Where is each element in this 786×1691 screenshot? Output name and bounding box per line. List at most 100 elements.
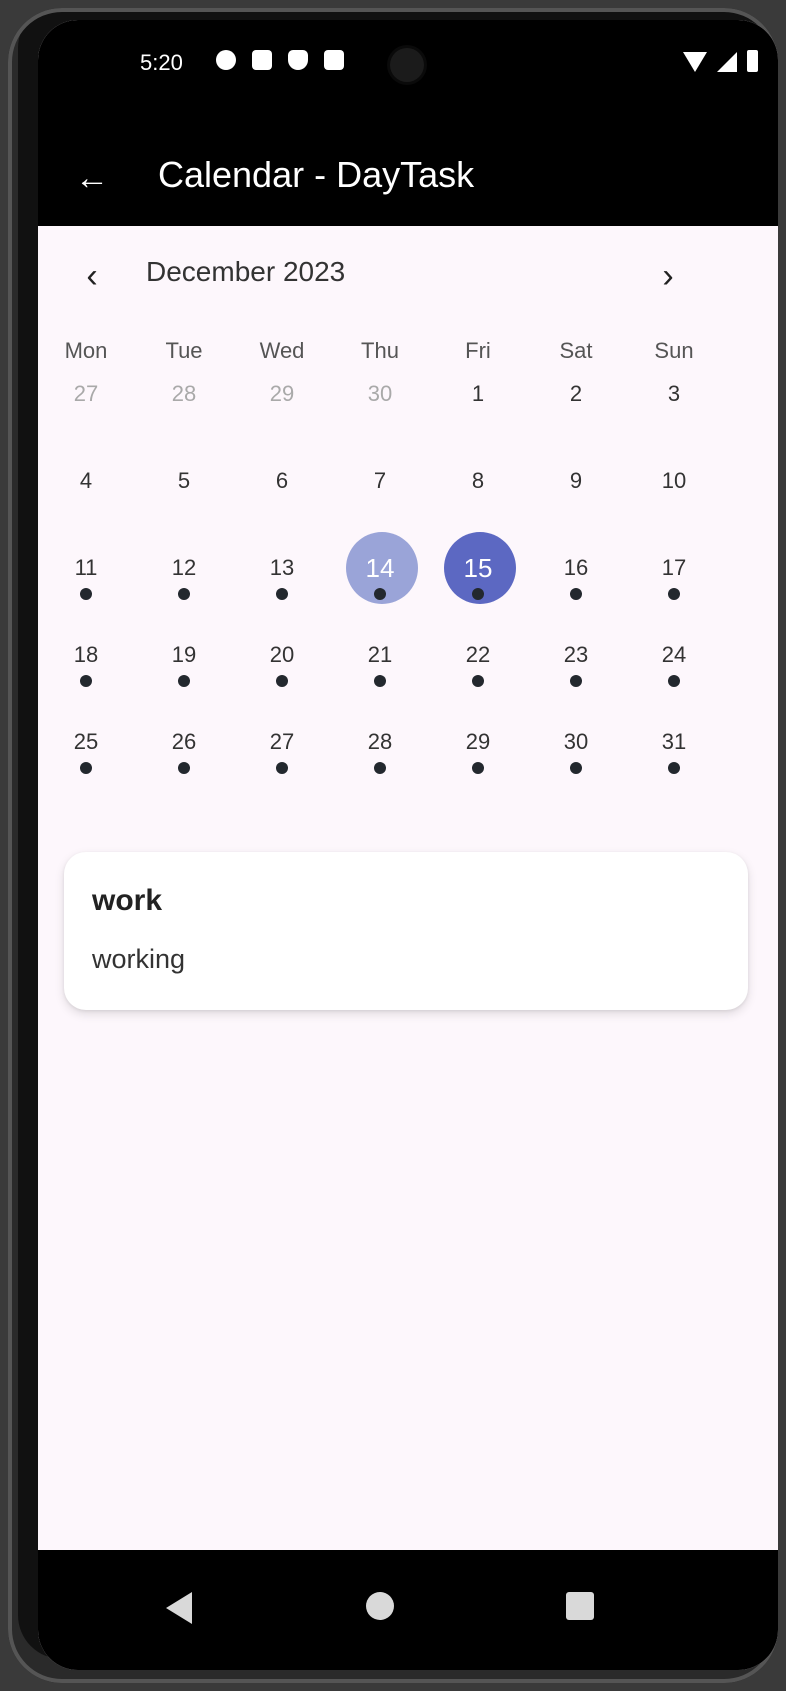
status-icons-right — [683, 50, 758, 72]
a-icon — [252, 50, 272, 70]
day-cell[interactable]: 21 — [332, 637, 428, 723]
day-cell[interactable]: 2 — [528, 376, 624, 462]
day-cell[interactable]: 24 — [626, 637, 722, 723]
event-dot-icon — [80, 675, 92, 687]
day-number: 21 — [367, 642, 393, 667]
day-cell[interactable]: 6 — [234, 463, 330, 549]
sd-card-icon — [324, 50, 344, 70]
app-bar: ← Calendar - DayTask — [38, 130, 778, 226]
day-number: 30 — [367, 381, 393, 406]
prev-month-button[interactable]: ‹ — [68, 252, 116, 300]
day-cell[interactable]: 12 — [136, 550, 232, 636]
day-cell[interactable]: 3 — [626, 376, 722, 462]
day-cell[interactable]: 27 — [234, 724, 330, 810]
day-cell[interactable]: 28 — [332, 724, 428, 810]
day-number: 9 — [569, 468, 583, 493]
event-dot-icon — [472, 762, 484, 774]
day-number: 6 — [275, 468, 289, 493]
day-number: 8 — [471, 468, 485, 493]
day-number: 24 — [661, 642, 687, 667]
screen: 5:20 ← Calendar - DayTask ‹ December 202… — [38, 20, 778, 1670]
wifi-icon — [683, 52, 707, 72]
day-number: 27 — [269, 729, 295, 754]
event-dot-icon — [472, 675, 484, 687]
month-title[interactable]: December 2023 — [146, 256, 345, 288]
day-cell[interactable]: 30 — [332, 376, 428, 462]
weekday-label: Thu — [361, 338, 399, 363]
back-arrow-icon[interactable]: ← — [66, 152, 118, 204]
event-dot-icon — [472, 588, 484, 600]
day-cell[interactable]: 19 — [136, 637, 232, 723]
day-number: 29 — [465, 729, 491, 754]
day-number: 22 — [465, 642, 491, 667]
gear-icon — [216, 50, 236, 70]
day-number: 27 — [73, 381, 99, 406]
day-cell[interactable]: 20 — [234, 637, 330, 723]
home-circle-icon[interactable] — [366, 1592, 394, 1620]
day-cell[interactable]: 23 — [528, 637, 624, 723]
day-number: 25 — [73, 729, 99, 754]
shield-icon — [288, 50, 308, 70]
system-nav-bar — [38, 1550, 778, 1670]
event-dot-icon — [668, 588, 680, 600]
event-dot-icon — [570, 675, 582, 687]
day-cell[interactable]: 14 — [332, 532, 428, 636]
day-number: 12 — [171, 555, 197, 580]
day-cell[interactable]: 15 — [430, 532, 526, 636]
day-cell[interactable]: 9 — [528, 463, 624, 549]
day-number: 13 — [269, 555, 295, 580]
day-number: 23 — [563, 642, 589, 667]
day-cell[interactable]: 18 — [38, 637, 134, 723]
next-month-button[interactable]: › — [644, 252, 692, 300]
event-dot-icon — [668, 762, 680, 774]
event-dot-icon — [570, 762, 582, 774]
day-number: 31 — [661, 729, 687, 754]
day-cell[interactable]: 27 — [38, 376, 134, 462]
day-cell[interactable]: 4 — [38, 463, 134, 549]
calendar-grid: 27 28 29 30 1 2 3 4 5 6 7 8 9 10 11 12 13 14 15 16 17 18 19 20 2… — [38, 376, 778, 826]
weekday-label: Mon — [64, 338, 108, 363]
day-cell[interactable]: 1 — [430, 376, 526, 462]
day-number: 5 — [177, 468, 191, 493]
event-dot-icon — [80, 762, 92, 774]
event-dot-icon — [374, 762, 386, 774]
day-cell[interactable]: 11 — [38, 550, 134, 636]
day-cell[interactable]: 22 — [430, 637, 526, 723]
day-cell[interactable]: 29 — [234, 376, 330, 462]
day-cell[interactable]: 10 — [626, 463, 722, 549]
day-number: 3 — [667, 381, 681, 406]
weekday-label: Tue — [165, 338, 203, 363]
event-dot-icon — [80, 588, 92, 600]
day-cell[interactable]: 29 — [430, 724, 526, 810]
day-cell[interactable]: 31 — [626, 724, 722, 810]
day-cell[interactable]: 17 — [626, 550, 722, 636]
day-cell[interactable]: 30 — [528, 724, 624, 810]
day-number: 4 — [79, 468, 93, 493]
day-number: 29 — [269, 381, 295, 406]
back-triangle-icon[interactable] — [166, 1592, 192, 1624]
event-description: working — [92, 944, 186, 974]
weekday-label: Wed — [259, 338, 305, 363]
day-cell[interactable]: 26 — [136, 724, 232, 810]
day-number: 28 — [367, 729, 393, 754]
day-cell[interactable]: 13 — [234, 550, 330, 636]
event-dot-icon — [178, 675, 190, 687]
day-cell[interactable]: 25 — [38, 724, 134, 810]
event-card[interactable]: work working — [64, 852, 748, 1010]
event-dot-icon — [570, 588, 582, 600]
status-icons-left — [216, 50, 344, 70]
event-dot-icon — [374, 588, 386, 600]
day-cell[interactable]: 28 — [136, 376, 232, 462]
day-number: 10 — [661, 468, 687, 493]
day-cell[interactable]: 16 — [528, 550, 624, 636]
weekday-label: Sun — [654, 338, 694, 363]
day-number: 16 — [563, 555, 589, 580]
weekday-label: Sat — [559, 338, 593, 363]
device-frame: 5:20 ← Calendar - DayTask ‹ December 202… — [8, 8, 778, 1683]
recents-square-icon[interactable] — [566, 1592, 594, 1620]
day-cell[interactable]: 5 — [136, 463, 232, 549]
event-dot-icon — [276, 675, 288, 687]
event-dot-icon — [374, 675, 386, 687]
day-number: 7 — [373, 468, 387, 493]
day-number: 1 — [471, 381, 485, 406]
